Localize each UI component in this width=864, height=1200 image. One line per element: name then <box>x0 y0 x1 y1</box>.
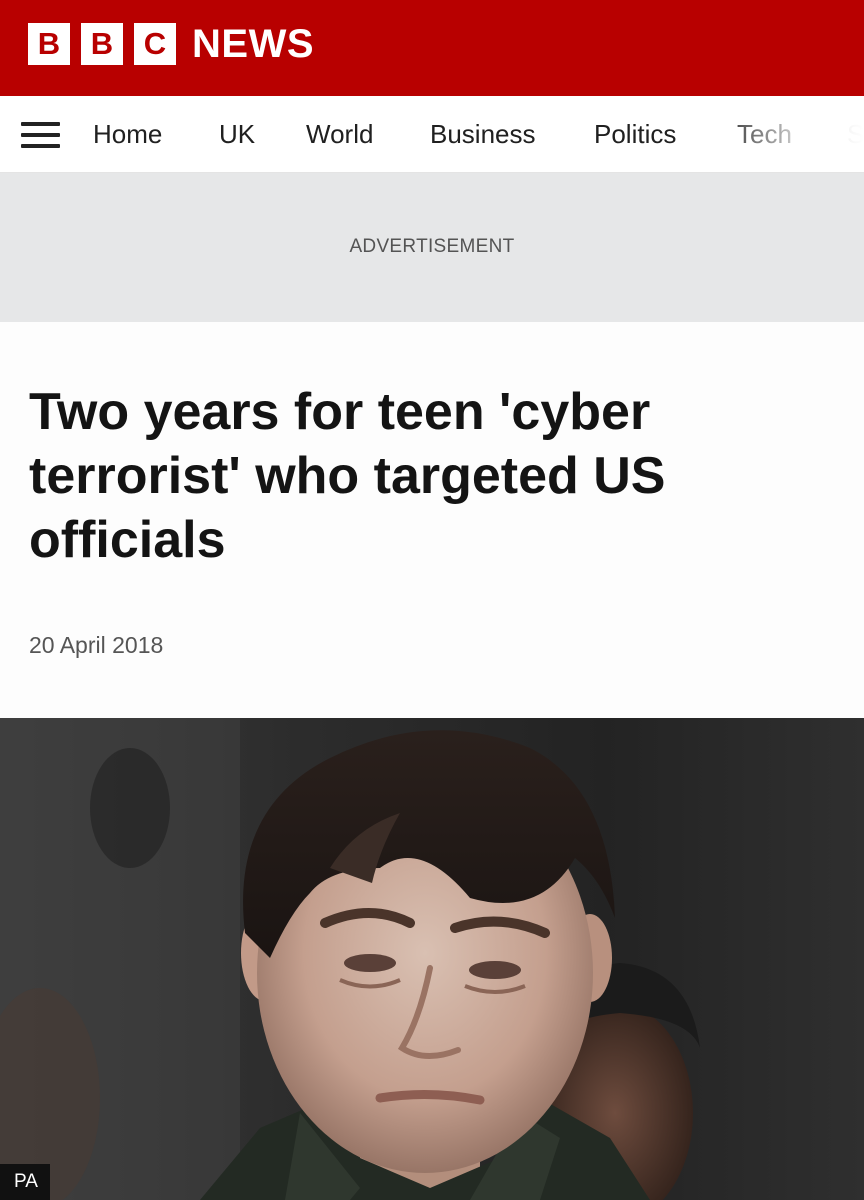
nav-item-politics[interactable]: Politics <box>594 96 676 172</box>
article-date: 20 April 2018 <box>29 632 164 658</box>
image-credit: PA <box>0 1164 50 1200</box>
logo-letter-c: C <box>134 23 176 65</box>
nav-bar: Home UK World Business Politics Tech S <box>0 96 864 173</box>
hamburger-menu-icon[interactable] <box>21 122 60 148</box>
nav-item-world[interactable]: World <box>306 96 373 172</box>
advertisement-slot[interactable]: ADVERTISEMENT <box>0 173 864 322</box>
masthead: B B C NEWS <box>0 0 864 96</box>
logo-letter-b2: B <box>81 23 123 65</box>
article-page: B B C NEWS Home UK World Business Politi… <box>0 0 864 1200</box>
nav-item-business[interactable]: Business <box>430 96 536 172</box>
nav-item-home[interactable]: Home <box>93 96 162 172</box>
article-hero-image: PA <box>0 718 864 1200</box>
nav-item-partial[interactable]: S <box>847 96 864 172</box>
portrait-photo <box>0 718 864 1200</box>
nav-item-tech[interactable]: Tech <box>737 96 792 172</box>
logo-letter-b1: B <box>28 23 70 65</box>
advertisement-label: ADVERTISEMENT <box>349 236 515 257</box>
nav-item-uk[interactable]: UK <box>219 96 255 172</box>
bbc-news-logo[interactable]: B B C NEWS <box>28 23 314 65</box>
article-headline: Two years for teen 'cyber terrorist' who… <box>29 383 666 569</box>
logo-news-text: NEWS <box>192 22 314 66</box>
